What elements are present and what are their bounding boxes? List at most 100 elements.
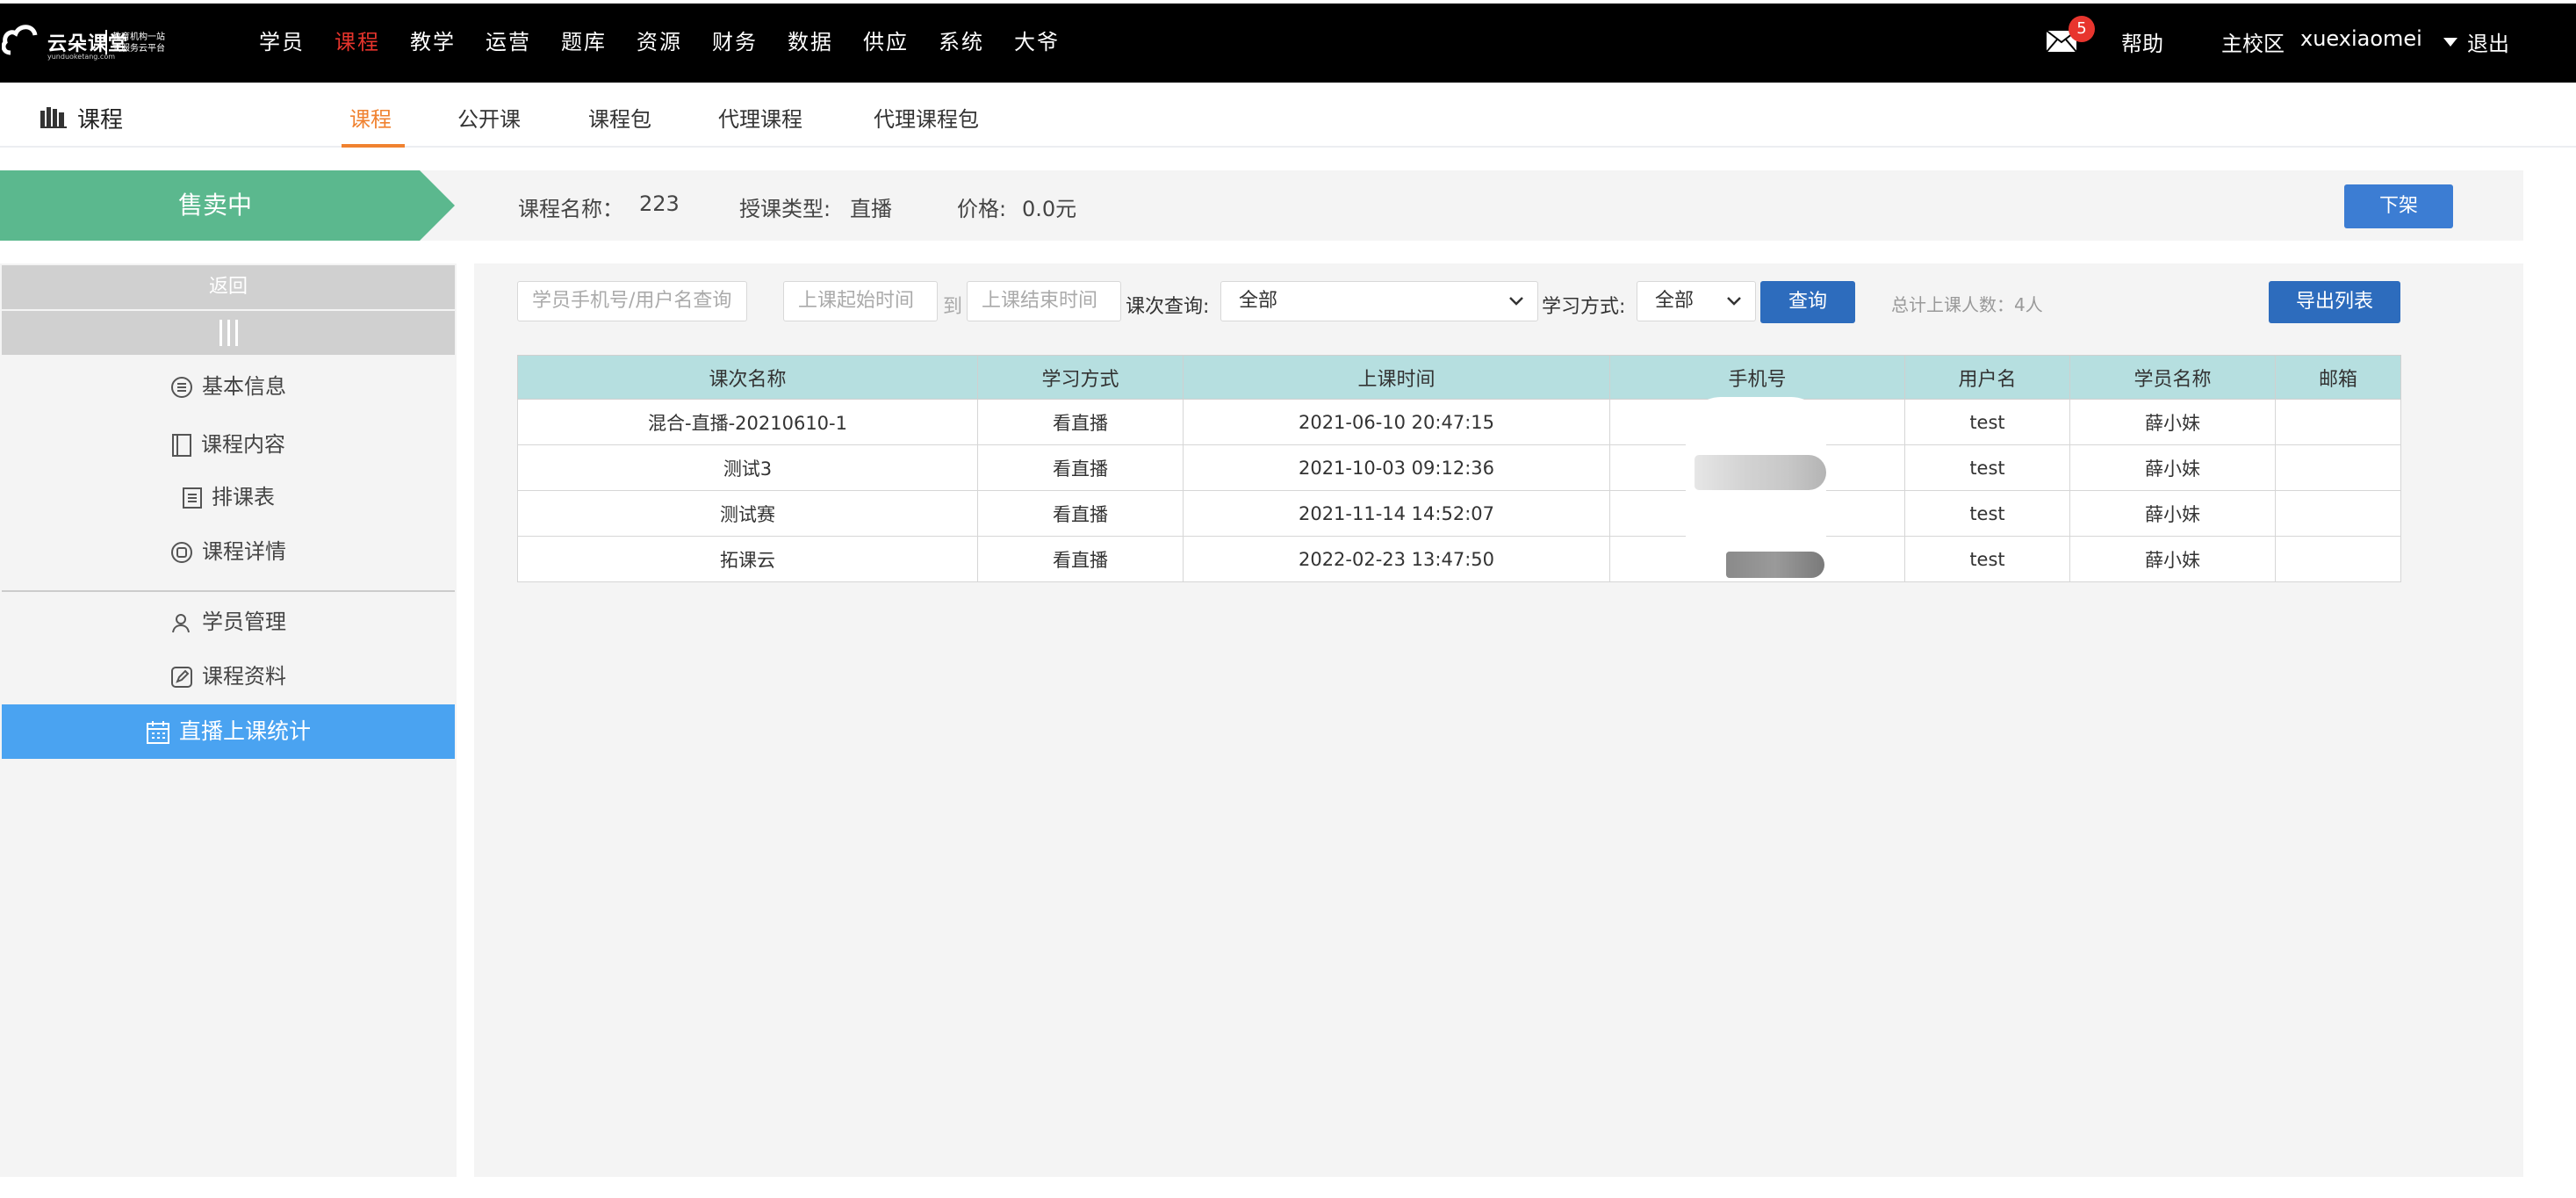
tab-course-packages[interactable]: 课程包 [588,102,651,133]
menu-data[interactable]: 数据 [788,25,833,55]
tab-agent-courses[interactable]: 代理课程 [718,102,802,133]
book-icon [172,434,191,457]
sidebar-item-course-details[interactable]: 课程详情 [0,530,457,573]
table-row[interactable]: 测试赛 看直播 2021-11-14 14:52:07 test 薛小妹 [517,490,2401,537]
phone-redaction-mask [1695,455,1826,490]
menu-daye[interactable]: 大爷 [1014,25,1060,55]
sidebar-item-course-content[interactable]: 课程内容 [0,423,457,465]
sidebar-item-student-management[interactable]: 学员管理 [0,601,457,643]
face-circle-icon [171,542,192,563]
session-select-value: 全部 [1239,290,1278,312]
active-tab-underline [342,144,405,148]
table-header-row: 课次名称 学习方式 上课时间 手机号 用户名 学员名称 邮箱 [517,355,2401,400]
menu-finance[interactable]: 财务 [712,25,758,55]
campus-label[interactable]: 主校区 [2221,26,2285,57]
study-mode-select[interactable]: 全部 [1637,281,1756,321]
cell-class-time: 2021-11-14 14:52:07 [1183,490,1610,537]
sidebar-divider [2,590,455,592]
list-circle-icon [171,377,192,398]
sidebar-item-label: 课程详情 [202,539,286,564]
column-header-class-time[interactable]: 上课时间 [1183,355,1610,400]
sidebar-item-label: 学员管理 [202,610,286,634]
column-header-student-name[interactable]: 学员名称 [2069,355,2276,400]
logo-separator [105,30,107,54]
price-value: 0.0元 [1022,197,1077,221]
export-list-button[interactable]: 导出列表 [2269,281,2400,323]
course-name-value: 223 [639,191,680,216]
chevron-down-icon [1509,297,1523,306]
logo[interactable]: 云朵课堂 yunduoketang.com 教育机构一站 式服务云平台 [0,19,184,63]
cell-session-name: 测试赛 [517,490,978,537]
logout-link[interactable]: 退出 [2467,26,2509,57]
start-time-input[interactable]: 上课起始时间 [783,281,938,321]
menu-resources[interactable]: 资源 [637,25,682,55]
cell-study-mode: 看直播 [977,536,1184,582]
section-title: 课程 [77,107,124,134]
column-header-email[interactable]: 邮箱 [2275,355,2401,400]
cell-username: test [1904,490,2070,537]
sidebar-item-schedule[interactable]: 排课表 [0,476,457,518]
collapse-handle[interactable] [2,311,455,355]
column-header-username[interactable]: 用户名 [1904,355,2070,400]
cell-session-name: 拓课云 [517,536,978,582]
sidebar-item-live-attendance-stats[interactable]: 直播上课统计 [2,704,455,759]
tab-agent-course-packages[interactable]: 代理课程包 [874,102,979,133]
logo-slogan-line1: 教育机构一站 [112,32,165,42]
course-type-label: 授课类型: [739,197,831,221]
status-label: 售卖中 [177,191,252,220]
menu-system[interactable]: 系统 [939,25,984,55]
cell-session-name: 测试3 [517,444,978,491]
cell-class-time: 2022-02-23 13:47:50 [1183,536,1610,582]
end-time-input[interactable]: 上课结束时间 [967,281,1121,321]
chevron-down-icon [1727,297,1741,306]
cell-class-time: 2021-06-10 20:47:15 [1183,399,1610,445]
tab-public-courses[interactable]: 公开课 [457,102,521,133]
sidebar-item-basic-info[interactable]: 基本信息 [0,365,457,408]
table-row[interactable]: 测试3 看直播 2021-10-03 09:12:36 test 薛小妹 [517,444,2401,491]
session-select[interactable]: 全部 [1220,281,1538,321]
menu-question-bank[interactable]: 题库 [561,25,607,55]
tab-courses[interactable]: 课程 [349,102,392,133]
cell-email [2275,490,2401,537]
back-button[interactable]: 返回 [2,265,455,309]
handle-bar [219,320,222,346]
cell-study-mode: 看直播 [977,399,1184,445]
course-type-value: 直播 [850,197,892,221]
cell-email [2275,444,2401,491]
menu-students[interactable]: 学员 [259,25,305,55]
sidebar-item-label: 直播上课统计 [178,718,311,744]
sidebar-item-course-materials[interactable]: 课程资料 [0,655,457,697]
session-query-label: 课次查询: [1126,296,1210,318]
menu-operations[interactable]: 运营 [486,25,531,55]
cell-email [2275,399,2401,445]
table-row[interactable]: 混合-直播-20210610-1 看直播 2021-06-10 20:47:15… [517,399,2401,445]
cell-username: test [1904,536,2070,582]
course-name-label: 课程名称： [518,197,623,221]
query-button[interactable]: 查询 [1760,281,1855,323]
sidebar-item-label: 课程内容 [201,432,285,457]
column-header-session-name[interactable]: 课次名称 [517,355,978,400]
handle-bar [227,320,230,346]
student-search-input[interactable]: 学员手机号/用户名查询 [517,281,747,321]
cell-student-name: 薛小妹 [2069,399,2276,445]
caret-down-icon[interactable] [2443,37,2458,47]
column-header-phone[interactable]: 手机号 [1609,355,1905,400]
phone-redaction-mask [1726,552,1824,578]
calendar-icon [146,721,169,744]
cell-student-name: 薛小妹 [2069,536,2276,582]
menu-supply[interactable]: 供应 [863,25,909,55]
cell-username: test [1904,399,2070,445]
logo-slogan-line2: 式服务云平台 [112,44,165,54]
user-name[interactable]: xuexiaomei [2300,26,2422,51]
handle-bar [235,320,238,346]
cell-student-name: 薛小妹 [2069,444,2276,491]
sidebar-item-label: 基本信息 [202,374,286,399]
menu-teaching[interactable]: 教学 [410,25,456,55]
menu-courses[interactable]: 课程 [335,25,380,55]
offline-button[interactable]: 下架 [2344,184,2453,228]
cell-student-name: 薛小妹 [2069,490,2276,537]
help-link[interactable]: 帮助 [2121,26,2163,57]
table-row[interactable]: 拓课云 看直播 2022-02-23 13:47:50 test 薛小妹 [517,536,2401,582]
column-header-study-mode[interactable]: 学习方式 [977,355,1184,400]
cell-class-time: 2021-10-03 09:12:36 [1183,444,1610,491]
